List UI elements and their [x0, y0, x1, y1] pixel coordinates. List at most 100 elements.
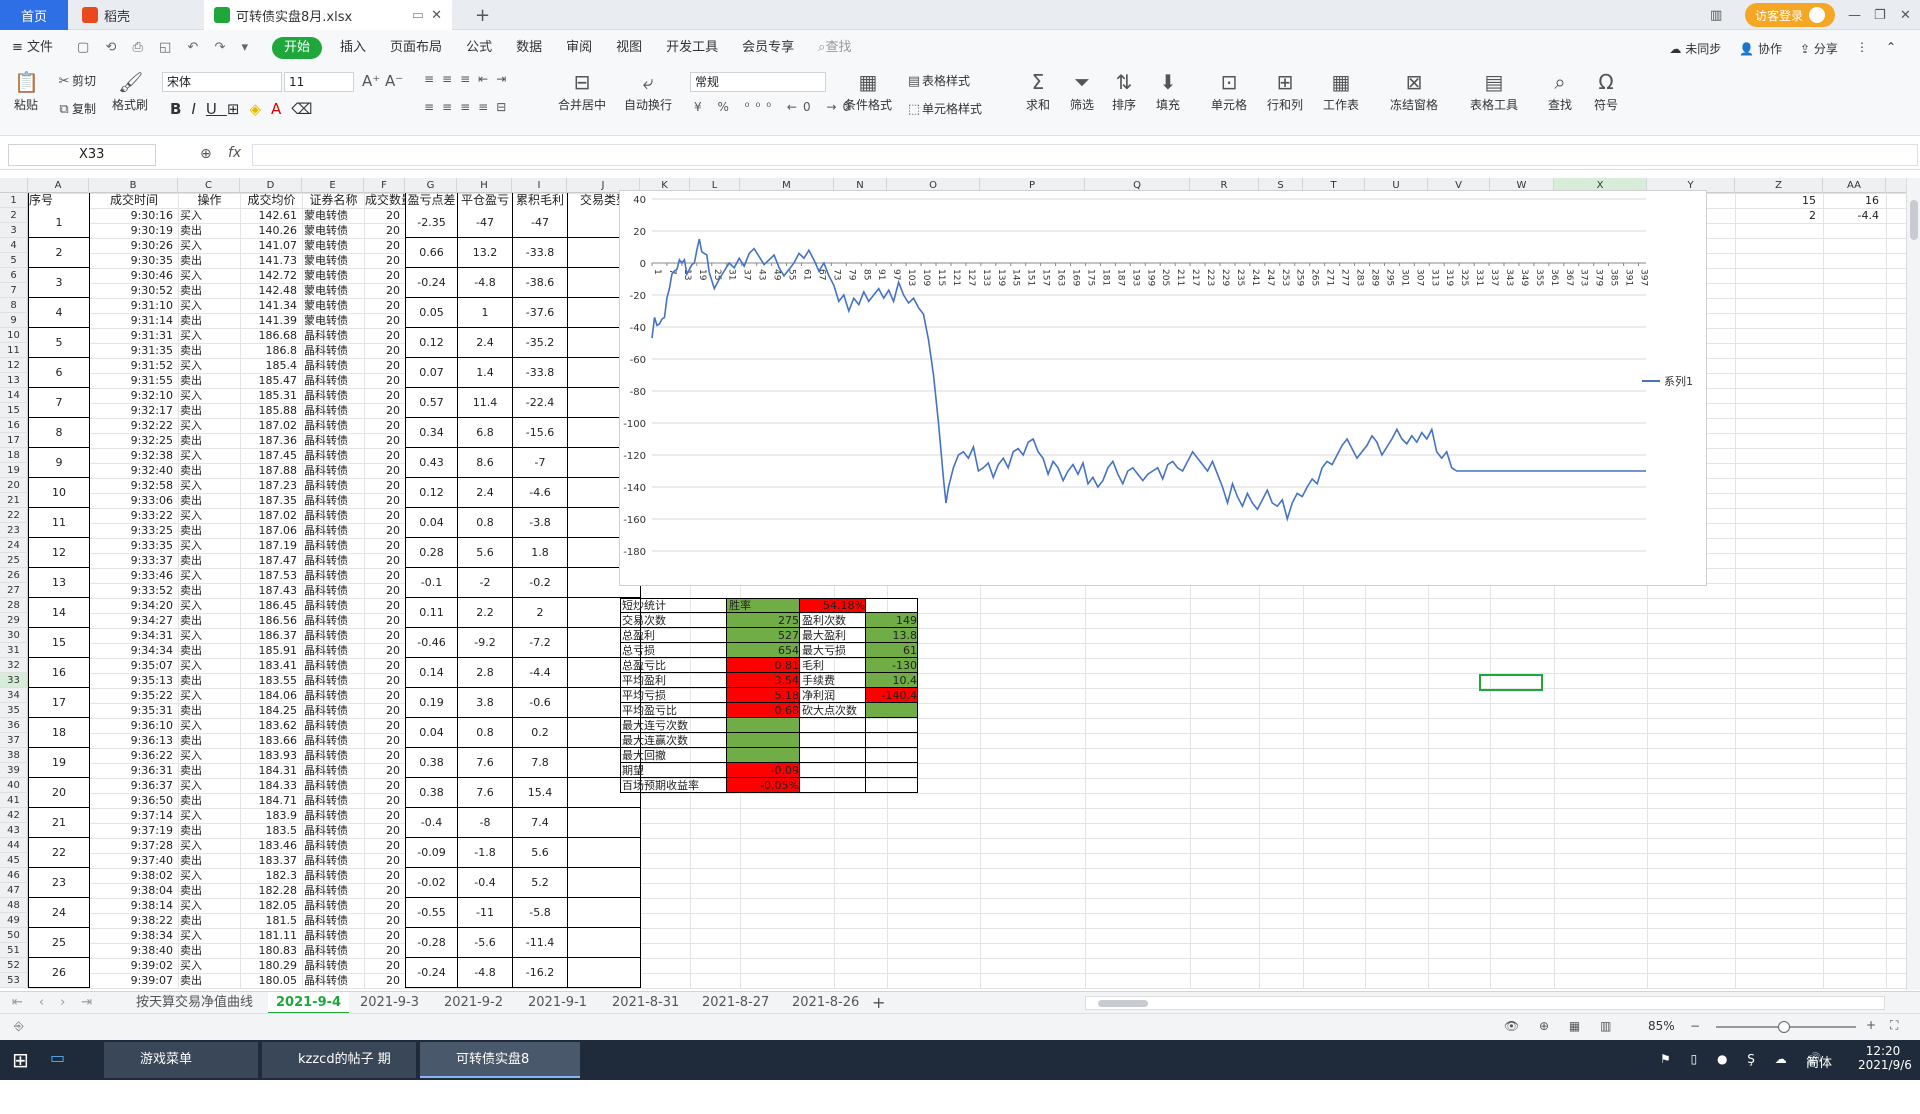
avg-price[interactable]: 183.37	[240, 853, 300, 868]
security-name[interactable]: 晶科转债	[304, 958, 364, 973]
avg-price[interactable]: 186.37	[240, 628, 300, 643]
window-icon[interactable]: ▭	[412, 8, 424, 23]
security-name[interactable]: 晶科转债	[304, 748, 364, 763]
cum-gross[interactable]: -22.4	[513, 388, 567, 418]
column-title[interactable]: 盈亏点差	[406, 193, 457, 208]
security-name[interactable]: 晶科转债	[304, 523, 364, 538]
trade-action[interactable]: 买入	[180, 568, 240, 583]
column-header-e[interactable]: E	[302, 178, 364, 193]
close-pnl[interactable]: 0.8	[458, 508, 512, 538]
security-name[interactable]: 晶科转债	[304, 703, 364, 718]
stats-empty[interactable]	[866, 778, 918, 793]
close-tab-icon[interactable]: ✕	[431, 8, 442, 23]
row-header[interactable]: 15	[0, 403, 28, 418]
taskbar-item-game-menu[interactable]: 游戏菜单	[104, 1042, 258, 1078]
avg-price[interactable]: 180.05	[240, 973, 300, 988]
stat-label[interactable]: 最大回撤	[620, 748, 727, 763]
trade-type[interactable]	[568, 958, 640, 988]
security-name[interactable]: 晶科转债	[304, 718, 364, 733]
trade-action[interactable]: 买入	[180, 748, 240, 763]
column-header-c[interactable]: C	[178, 178, 240, 193]
more-icon[interactable]: ⋮	[1856, 40, 1868, 57]
point-diff[interactable]: 0.43	[406, 448, 457, 478]
security-name[interactable]: 晶科转债	[304, 673, 364, 688]
trade-time[interactable]: 9:31:55	[89, 373, 176, 388]
close-pnl[interactable]: -47	[458, 208, 512, 238]
row-header[interactable]: 42	[0, 808, 28, 823]
menu-view[interactable]: 视图	[604, 30, 654, 66]
close-pnl[interactable]: -11	[458, 898, 512, 928]
trade-qty[interactable]: 20	[364, 958, 403, 973]
right-col-number[interactable]: 15	[1737, 193, 1819, 208]
close-pnl[interactable]: 1.4	[458, 358, 512, 388]
view-mode-icons[interactable]: 👁 ⊕ ▦ ▥	[1504, 1019, 1619, 1033]
point-diff[interactable]: -0.02	[406, 868, 457, 898]
trade-seq[interactable]: 1	[29, 208, 89, 238]
column-title[interactable]: 证券名称	[303, 193, 364, 208]
column-header-g[interactable]: G	[405, 178, 457, 193]
close-pnl[interactable]: -0.4	[458, 868, 512, 898]
sheet-nav-icons[interactable]: ⇤‹›⇥	[12, 992, 108, 1014]
security-name[interactable]: 晶科转债	[304, 448, 364, 463]
trade-time[interactable]: 9:35:07	[89, 658, 176, 673]
trade-time[interactable]: 9:33:37	[89, 553, 176, 568]
trade-seq[interactable]: 15	[29, 628, 89, 658]
close-pnl[interactable]: 2.2	[458, 598, 512, 628]
trade-qty[interactable]: 20	[364, 418, 403, 433]
tab-home[interactable]: 首页	[0, 0, 68, 30]
row-header[interactable]: 46	[0, 868, 28, 883]
stat-value[interactable]: 5.18	[727, 688, 800, 703]
filter-button[interactable]: ⏷ 筛选	[1064, 70, 1100, 113]
row-header[interactable]: 5	[0, 253, 28, 268]
row-header[interactable]: 52	[0, 958, 28, 973]
trade-qty[interactable]: 20	[364, 283, 403, 298]
trade-qty[interactable]: 20	[364, 808, 403, 823]
security-name[interactable]: 晶科转债	[304, 853, 364, 868]
row-header[interactable]: 43	[0, 823, 28, 838]
trade-action[interactable]: 卖出	[180, 643, 240, 658]
point-diff[interactable]: 0.07	[406, 358, 457, 388]
trade-action[interactable]: 买入	[180, 628, 240, 643]
clock[interactable]: 12:20 2021/9/6	[1858, 1044, 1912, 1072]
share-button[interactable]: ⇪ 分享	[1800, 40, 1838, 57]
trade-qty[interactable]: 20	[364, 208, 403, 223]
stat-value[interactable]: 654	[727, 643, 800, 658]
stat-label[interactable]: 平均盈亏比	[620, 703, 727, 718]
row-header[interactable]: 7	[0, 283, 28, 298]
trade-time[interactable]: 9:36:22	[89, 748, 176, 763]
trade-action[interactable]: 卖出	[180, 433, 240, 448]
trade-qty[interactable]: 20	[364, 613, 403, 628]
point-diff[interactable]: -0.28	[406, 928, 457, 958]
row-header[interactable]: 33	[0, 673, 28, 688]
stat-label[interactable]: 总亏损	[620, 643, 727, 658]
stats-empty[interactable]	[800, 733, 866, 748]
trade-action[interactable]: 卖出	[180, 823, 240, 838]
trade-seq[interactable]: 6	[29, 358, 89, 388]
macro-icon[interactable]: ⎆	[14, 1019, 24, 1034]
row-header[interactable]: 11	[0, 343, 28, 358]
vertical-scroll-thumb[interactable]	[1910, 200, 1918, 240]
trade-time[interactable]: 9:36:13	[89, 733, 176, 748]
row-header[interactable]: 31	[0, 643, 28, 658]
trade-seq[interactable]: 5	[29, 328, 89, 358]
row-header[interactable]: 51	[0, 943, 28, 958]
stat-value[interactable]: -0.05%	[727, 778, 800, 793]
stat-value[interactable]	[727, 718, 800, 733]
trade-seq[interactable]: 23	[29, 868, 89, 898]
zoom-in-icon[interactable]: +	[1866, 1018, 1876, 1032]
close-pnl[interactable]: 3.8	[458, 688, 512, 718]
trade-action[interactable]: 买入	[180, 268, 240, 283]
point-diff[interactable]: -2.35	[406, 208, 457, 238]
number-format-select[interactable]: 常规	[690, 72, 826, 92]
row-header[interactable]: 30	[0, 628, 28, 643]
right-col-value[interactable]: 2	[1737, 208, 1819, 223]
add-sheet-icon[interactable]: +	[872, 992, 885, 1014]
cum-gross[interactable]: -15.6	[513, 418, 567, 448]
point-diff[interactable]: 0.14	[406, 658, 457, 688]
point-diff[interactable]: 0.12	[406, 328, 457, 358]
security-name[interactable]: 蒙电转债	[304, 223, 364, 238]
trade-action[interactable]: 卖出	[180, 943, 240, 958]
taskbar-item-wps[interactable]: 可转债实盘8月.xlsx...	[420, 1042, 580, 1103]
ime-language[interactable]: 简体	[1806, 1052, 1832, 1071]
stat-value[interactable]: 61	[866, 643, 918, 658]
